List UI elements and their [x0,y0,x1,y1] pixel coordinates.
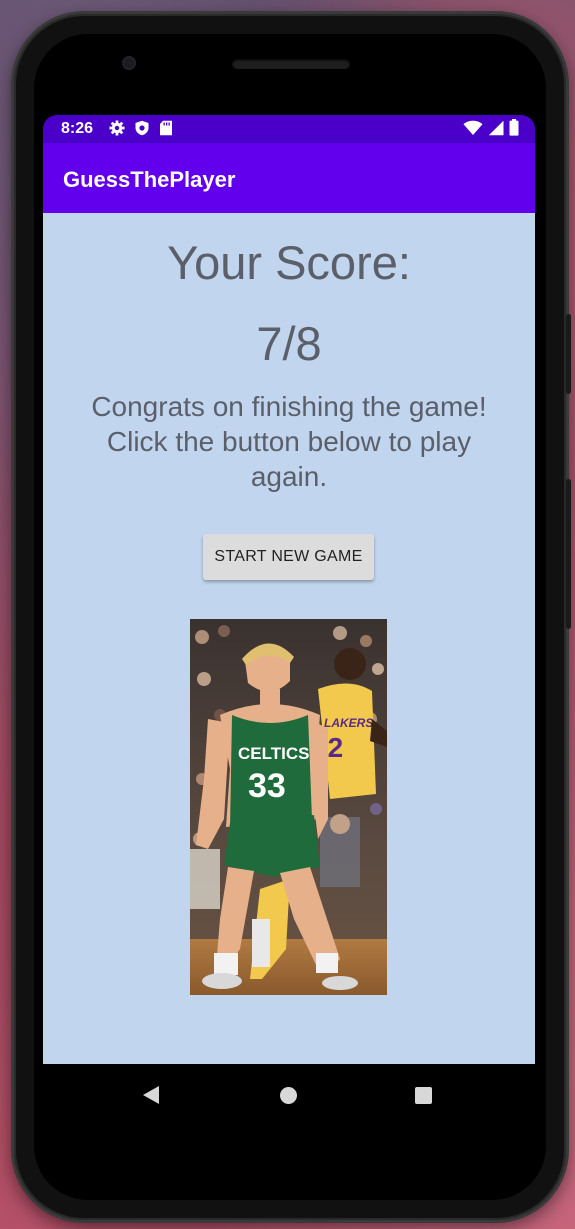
celtics-jersey-number: 33 [248,767,286,805]
home-icon[interactable] [280,1087,297,1104]
shield-icon [135,120,149,136]
back-icon[interactable] [142,1085,160,1105]
battery-icon [509,119,519,136]
finish-message: Congrats on finishing the game! Click th… [91,391,487,492]
status-icons-left [109,120,173,136]
sd-card-icon [160,120,172,136]
earpiece-speaker [232,59,350,69]
recents-icon[interactable] [415,1087,432,1104]
celtics-jersey-text: CELTICS [238,744,309,763]
gear-icon [109,120,125,136]
score-label: Your Score: [167,236,411,289]
status-bar: 8:26 [43,115,535,143]
signal-icon [488,120,504,135]
status-icons-right [463,119,519,136]
app-bar: GuessThePlayer [43,143,535,213]
device-screen: 8:26 GuessThePlayer Your Score: 7/8 Cong… [43,115,535,1178]
power-button [566,479,571,629]
player-photo: LAKERS 32 CELTICS 33 [190,619,387,995]
volume-button [566,314,571,394]
front-camera [122,56,136,70]
lakers-jersey-text: LAKERS [324,716,373,730]
status-time: 8:26 [61,120,94,137]
navigation-bar [43,1064,535,1178]
wifi-icon [463,120,483,135]
score-value: 7/8 [256,317,322,370]
app-title: GuessThePlayer [63,167,236,192]
start-new-game-button[interactable]: START NEW GAME [203,534,374,580]
player-image: LAKERS 32 CELTICS 33 [190,619,387,995]
score-screen: Your Score: 7/8 Congrats on finishing th… [43,213,535,1064]
